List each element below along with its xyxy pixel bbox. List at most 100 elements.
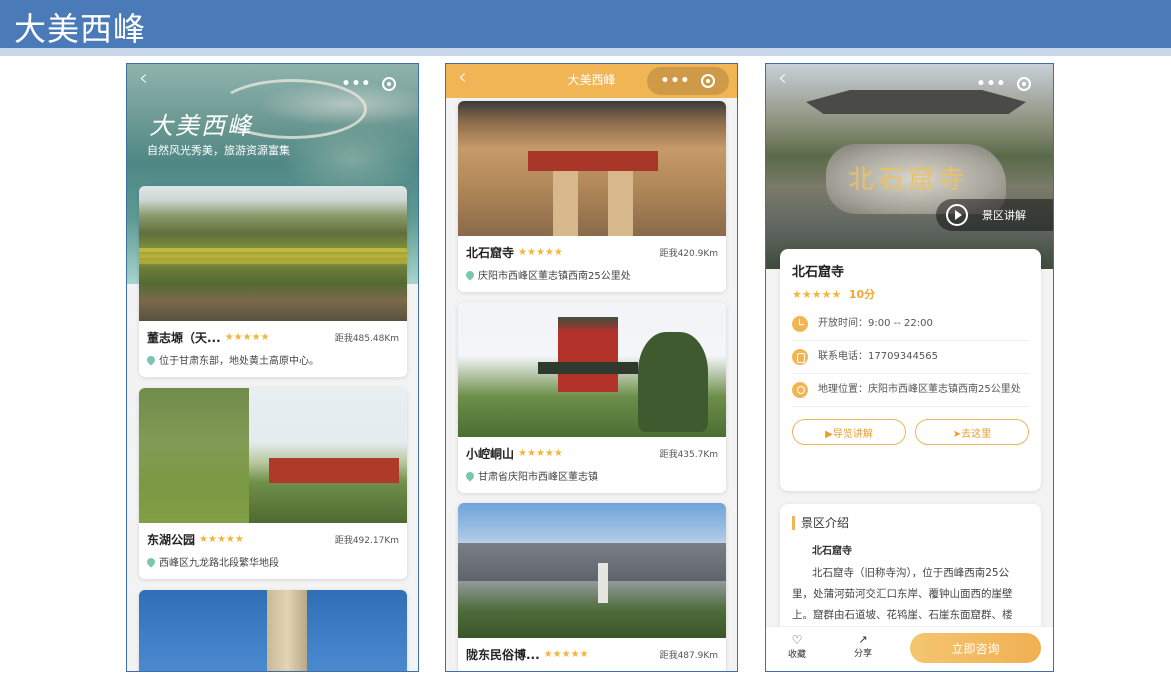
- mini-program-capsule[interactable]: •••: [647, 67, 729, 95]
- favorite-label: 收藏: [787, 650, 806, 660]
- spot-image: [458, 101, 726, 236]
- nav-bar: ‹ 大美西峰 •••: [446, 64, 737, 98]
- buddha-statue: [608, 171, 633, 236]
- heart-icon: ♡: [791, 633, 803, 647]
- spot-name: 陇东民俗博...: [466, 647, 540, 662]
- banner-title: 大美西峰: [14, 10, 147, 48]
- spot-name: 北石窟寺: [466, 245, 515, 260]
- phone-screen-spots: ‹ 大美西峰 ••• 北石窟寺 ★★★★★ 距我420.9Km 庆阳市西峰区董志…: [445, 63, 738, 672]
- pine-tree: [638, 332, 708, 432]
- spot-card[interactable]: 北石窟寺 ★★★★★ 距我420.9Km 庆阳市西峰区董志镇西南25公里处: [458, 101, 726, 292]
- banner: 大美西峰: [0, 0, 1171, 48]
- spot-distance: 距我492.17Km: [334, 535, 399, 546]
- back-icon[interactable]: ‹: [139, 66, 148, 91]
- close-target-icon[interactable]: [701, 74, 716, 88]
- spot-distance: 距我487.9Km: [659, 650, 718, 661]
- location-text: 地理位置：庆阳市西峰区董志镇西南25公里处: [818, 384, 1021, 395]
- rating-stars: ★★★★★: [518, 246, 563, 258]
- rating-stars: ★★★★★: [543, 648, 589, 660]
- intro-title: 景区介绍: [792, 516, 1029, 530]
- bottom-action-bar: ♡ 收藏 ↗ 分享 立即咨询: [766, 626, 1053, 671]
- museum-wall: [458, 543, 726, 581]
- share-icon: ↗: [858, 633, 868, 646]
- hero-subtitle: 自然风光秀美，旅游资源富集: [147, 144, 290, 157]
- spot-name: 小崆峒山: [466, 446, 515, 461]
- favorite-button[interactable]: ♡ 收藏: [782, 633, 812, 660]
- spot-address: 庆阳市西峰区董志镇西南25公里处: [478, 271, 631, 282]
- buddha-statue: [553, 171, 578, 236]
- statue: [598, 563, 608, 603]
- more-icon[interactable]: •••: [661, 73, 691, 89]
- location-pin-icon: [464, 469, 476, 482]
- rating: ★★★★★ 10分: [792, 286, 1029, 302]
- share-label: 分享: [853, 649, 872, 659]
- open-time: 开放时间：9:00 -- 22:00: [818, 318, 933, 329]
- spot-card[interactable]: [139, 590, 407, 671]
- rating-stars: ★★★★★: [792, 288, 842, 301]
- spot-name: 董志塬（天...: [147, 330, 221, 345]
- rating-score: 10分: [848, 288, 876, 301]
- willow-tree: [139, 388, 249, 523]
- intro-text: 北石窟寺（旧称寺沟），位于西峰西南25公里，处蒲河茹河交汇口东岸、覆钟山面西的崖…: [792, 567, 1013, 621]
- intro-section: 景区介绍 北石窟寺 北石窟寺（旧称寺沟），位于西峰西南25公里，处蒲河茹河交汇口…: [780, 504, 1041, 634]
- phone-screen-detail: 北石窟寺 ‹ ••• 景区讲解 北石窟寺 ★★★★★ 10分 开放时间：9:00…: [765, 63, 1054, 672]
- spot-card[interactable]: 陇东民俗博... ★★★★★ 距我487.9Km: [458, 503, 726, 671]
- share-button[interactable]: ↗ 分享: [848, 633, 878, 659]
- consult-button[interactable]: 立即咨询: [910, 633, 1041, 663]
- location-pin-icon: [145, 353, 157, 366]
- spot-distance: 距我435.7Km: [659, 449, 718, 460]
- terrace-band: [139, 248, 407, 252]
- mini-program-capsule[interactable]: •••: [328, 70, 410, 98]
- more-icon[interactable]: •••: [977, 76, 1007, 92]
- spot-address: 甘肃省庆阳市西峰区董志镇: [478, 472, 598, 483]
- guide-button[interactable]: ▶导览讲解: [792, 419, 906, 445]
- location-pin-icon: [464, 268, 476, 281]
- phone-row[interactable]: 联系电话：17709344565: [792, 341, 1029, 374]
- location-row: 地理位置：庆阳市西峰区董志镇西南25公里处: [792, 374, 1029, 407]
- spot-image: [139, 590, 407, 671]
- intro-subtitle: 北石窟寺: [812, 546, 852, 557]
- spot-image: [139, 388, 407, 523]
- spot-card[interactable]: 小崆峒山 ★★★★★ 距我435.7Km 甘肃省庆阳市西峰区董志镇: [458, 302, 726, 493]
- audio-guide-button[interactable]: 景区讲解: [936, 199, 1053, 231]
- banner-strip: [0, 48, 1171, 56]
- hero-title: 大美西峰: [149, 112, 253, 140]
- back-icon[interactable]: ‹: [778, 66, 787, 91]
- spot-address: 西峰区九龙路北段繁华地段: [159, 558, 279, 569]
- spot-image: [458, 302, 726, 437]
- spot-name: 北石窟寺: [792, 265, 845, 280]
- rock-inscription: 北石窟寺: [848, 165, 969, 195]
- pagoda-tower: [267, 590, 307, 671]
- play-icon: [946, 204, 968, 226]
- spot-card[interactable]: 董志塬（天... ★★★★★ 距我485.48Km 位于甘肃东部，地处黄土高原中…: [139, 186, 407, 377]
- rating-stars: ★★★★★: [224, 331, 270, 343]
- rating-stars: ★★★★★: [518, 447, 563, 459]
- more-icon[interactable]: •••: [342, 76, 372, 92]
- temple-eave: [528, 151, 658, 171]
- spot-distance: 距我420.9Km: [659, 248, 718, 259]
- phone-screen-list: ‹ ••• 大美西峰 自然风光秀美，旅游资源富集 董志塬（天... ★★★★★ …: [126, 63, 419, 672]
- spot-distance: 距我485.48Km: [334, 333, 399, 344]
- pavilion-tower: [558, 317, 618, 392]
- phone-icon: [792, 349, 808, 365]
- spot-name: 东湖公园: [147, 532, 196, 547]
- spot-image: [139, 186, 407, 321]
- spot-card[interactable]: 东湖公园 ★★★★★ 距我492.17Km 西峰区九龙路北段繁华地段: [139, 388, 407, 579]
- pavilion-roof: [269, 458, 399, 483]
- spot-image: [458, 503, 726, 638]
- terrace-band: [139, 260, 407, 264]
- location-pin-icon: [145, 555, 157, 568]
- spot-info-card: 北石窟寺 ★★★★★ 10分 开放时间：9:00 -- 22:00 联系电话：1…: [780, 249, 1041, 491]
- rating-stars: ★★★★★: [199, 533, 244, 545]
- pavilion-roof: [538, 362, 638, 374]
- clock-icon: [792, 316, 808, 332]
- open-time-row: 开放时间：9:00 -- 22:00: [792, 308, 1029, 341]
- spot-address: 位于甘肃东部，地处黄土高原中心。: [159, 356, 319, 367]
- contact-phone[interactable]: 联系电话：17709344565: [818, 349, 938, 365]
- location-icon: [792, 382, 808, 398]
- mini-program-capsule[interactable]: •••: [963, 70, 1045, 98]
- close-target-icon[interactable]: [1017, 77, 1032, 91]
- navigate-button[interactable]: ➤去这里: [915, 419, 1029, 445]
- close-target-icon[interactable]: [382, 77, 397, 91]
- audio-guide-label: 景区讲解: [982, 209, 1026, 222]
